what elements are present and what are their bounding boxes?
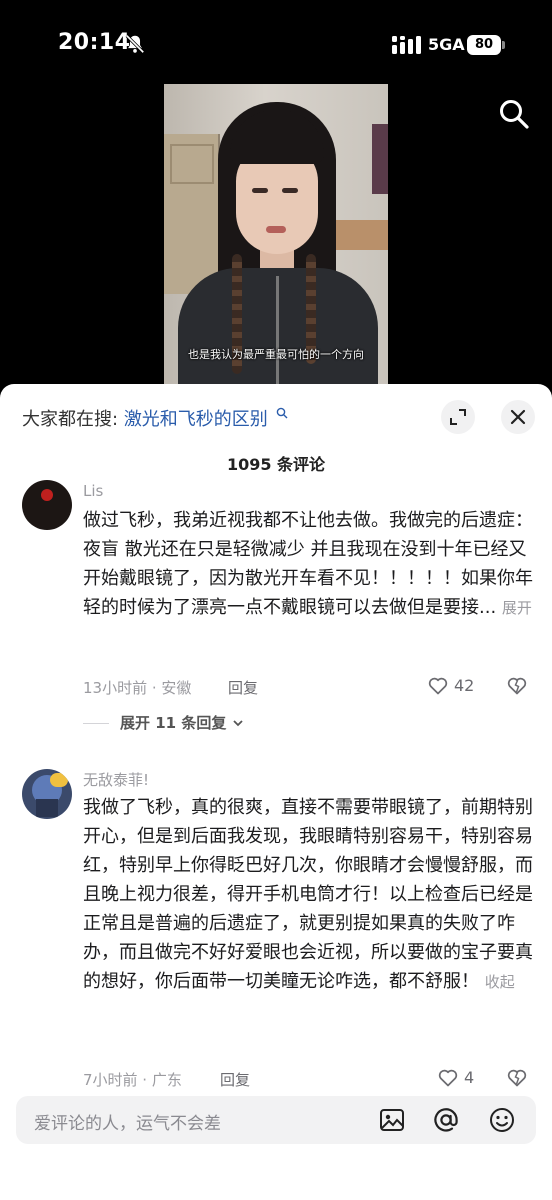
heart-icon[interactable] <box>428 676 448 696</box>
expand-replies-button[interactable]: 展开 11 条回复 <box>120 712 244 733</box>
emoji-icon[interactable] <box>488 1106 516 1134</box>
comment-text: 我做了飞秒，真的很爽，直接不需要带眼镜了，前期特别开心，但是到后面我发现，我眼睛… <box>83 793 533 997</box>
avatar-figure-detail <box>50 773 68 787</box>
at-icon[interactable] <box>432 1106 460 1134</box>
reply-button[interactable]: 回复 <box>220 1069 250 1090</box>
comment-username[interactable]: Lis <box>83 482 103 500</box>
video-area[interactable]: 也是我认为最严重最可怕的一个方向 <box>0 84 552 388</box>
bell-slash-icon <box>125 34 145 54</box>
comment-text: 做过飞秒，我弟近视我都不让他去做。我做完的后遗症： 夜盲 散光还在只是轻微减少 … <box>83 506 533 623</box>
signal-icon <box>392 36 421 54</box>
battery-icon: 80 <box>467 35 507 55</box>
like-count: 42 <box>454 676 475 695</box>
close-button[interactable] <box>501 400 535 434</box>
reply-button[interactable]: 回复 <box>228 677 258 698</box>
home-indicator-area <box>0 1164 552 1200</box>
trending-search-label: 大家都在搜: <box>22 409 119 430</box>
broken-heart-icon[interactable] <box>507 1068 527 1088</box>
video-person-zipper <box>276 276 279 384</box>
battery-tip <box>502 41 505 49</box>
expand-comment-link[interactable]: 展开 <box>502 599 532 617</box>
collapse-comment-link[interactable]: 收起 <box>485 973 515 991</box>
like-count: 4 <box>464 1068 475 1087</box>
video-frame[interactable]: 也是我认为最严重最可怕的一个方向 <box>164 84 388 384</box>
avatar[interactable] <box>22 769 72 819</box>
video-poster <box>372 124 388 194</box>
network-type: 5GA <box>428 35 465 54</box>
comment-count: 1095 条评论 <box>226 455 326 474</box>
comment-input-bar[interactable]: 爱评论的人，运气不会差 <box>16 1096 536 1144</box>
video-cabinet-door <box>170 144 214 184</box>
trending-search[interactable]: 大家都在搜: 激光和飞秒的区别 <box>22 405 288 431</box>
comment-input[interactable]: 爱评论的人，运气不会差 <box>34 1109 221 1134</box>
trending-search-query[interactable]: 激光和飞秒的区别 <box>124 409 268 430</box>
expand-button[interactable] <box>441 400 475 434</box>
avatar-figure-body <box>36 799 58 817</box>
comment-sheet: 大家都在搜: 激光和飞秒的区别 1095 条评论 Lis 做过飞秒，我弟近视我都… <box>0 384 552 1200</box>
close-icon <box>510 409 526 425</box>
heart-icon[interactable] <box>438 1068 458 1088</box>
comment-meta: 13小时前 · 安徽 <box>83 679 192 697</box>
video-person-eye <box>282 188 298 193</box>
video-shelf <box>328 220 388 250</box>
chevron-down-icon <box>232 720 243 727</box>
image-icon[interactable] <box>378 1106 406 1134</box>
replies-divider <box>83 723 109 724</box>
expand-replies-label: 展开 11 条回复 <box>120 714 227 732</box>
avatar[interactable] <box>22 480 72 530</box>
comment-text-body: 我做了飞秒，真的很爽，直接不需要带眼镜了，前期特别开心，但是到后面我发现，我眼睛… <box>83 797 533 992</box>
status-time: 20:14 <box>58 30 131 55</box>
status-bar: 20:14 5GA 80 <box>0 0 552 88</box>
avatar-dot <box>41 489 53 501</box>
search-icon[interactable] <box>498 98 530 130</box>
comment-text-body: 做过飞秒，我弟近视我都不让他去做。我做完的后遗症： 夜盲 散光还在只是轻微减少 … <box>83 510 533 618</box>
video-person-mouth <box>266 226 286 233</box>
expand-icon <box>450 409 466 425</box>
video-caption: 也是我认为最严重最可怕的一个方向 <box>188 348 364 361</box>
comment-meta: 7小时前 · 广东 <box>83 1071 182 1089</box>
video-person-eye <box>252 188 268 193</box>
battery-level: 80 <box>467 35 501 55</box>
comment-username[interactable]: 无敌泰菲! <box>83 769 149 790</box>
small-search-icon <box>276 407 288 419</box>
broken-heart-icon[interactable] <box>507 676 527 696</box>
